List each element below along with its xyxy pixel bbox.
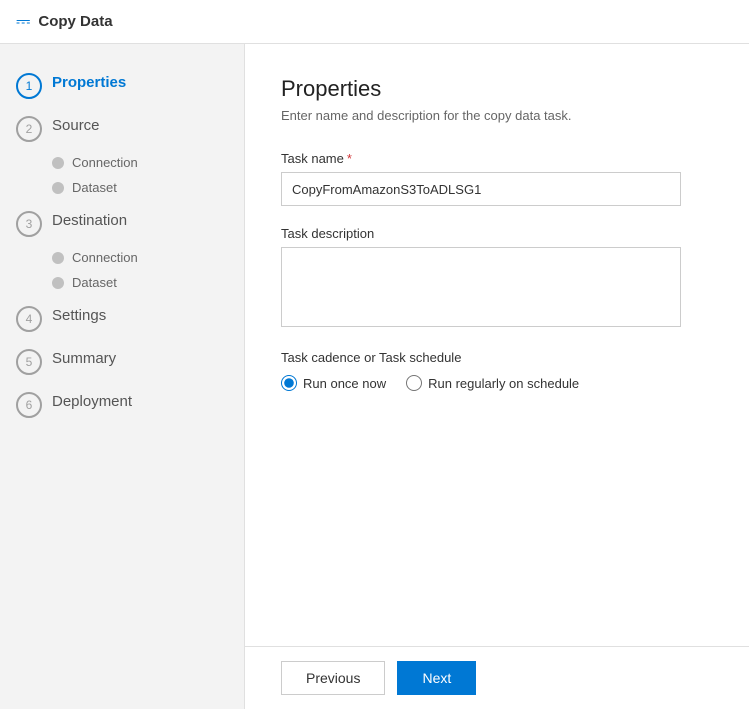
step-circle-3: 3 xyxy=(16,211,42,237)
source-connection-item[interactable]: Connection xyxy=(52,152,244,173)
step-circle-1: 1 xyxy=(16,73,42,99)
source-connection-label: Connection xyxy=(72,155,138,170)
page-subtitle: Enter name and description for the copy … xyxy=(281,108,713,123)
step-circle-6: 6 xyxy=(16,392,42,418)
task-name-label: Task name * xyxy=(281,151,713,166)
run-once-label: Run once now xyxy=(303,376,386,391)
run-schedule-label: Run regularly on schedule xyxy=(428,376,579,391)
step-circle-2: 2 xyxy=(16,116,42,142)
task-desc-label: Task description xyxy=(281,226,713,241)
main-layout: 1 Properties 2 Source Connection Dataset… xyxy=(0,44,749,709)
sidebar-label-source: Source xyxy=(52,115,100,136)
destination-dataset-dot xyxy=(52,277,64,289)
footer: Previous Next xyxy=(245,646,749,709)
required-star: * xyxy=(347,151,352,166)
destination-subitems: Connection Dataset xyxy=(0,247,244,293)
step-circle-4: 4 xyxy=(16,306,42,332)
sidebar-item-summary[interactable]: 5 Summary xyxy=(0,340,244,383)
destination-connection-item[interactable]: Connection xyxy=(52,247,244,268)
destination-connection-dot xyxy=(52,252,64,264)
radio-group: Run once now Run regularly on schedule xyxy=(281,375,713,391)
sidebar-label-summary: Summary xyxy=(52,348,116,369)
destination-dataset-item[interactable]: Dataset xyxy=(52,272,244,293)
step-circle-5: 5 xyxy=(16,349,42,375)
destination-dataset-label: Dataset xyxy=(72,275,117,290)
content-inner: Properties Enter name and description fo… xyxy=(245,44,749,646)
sidebar-label-settings: Settings xyxy=(52,305,106,326)
page-title: Properties xyxy=(281,76,713,102)
run-schedule-radio[interactable] xyxy=(406,375,422,391)
app-title: Copy Data xyxy=(38,13,112,30)
source-subitems: Connection Dataset xyxy=(0,152,244,198)
sidebar-item-deployment[interactable]: 6 Deployment xyxy=(0,383,244,426)
source-dataset-dot xyxy=(52,182,64,194)
copy-data-icon: ⎓ xyxy=(16,11,30,32)
run-once-option[interactable]: Run once now xyxy=(281,375,386,391)
sidebar-item-properties[interactable]: 1 Properties xyxy=(0,64,244,107)
next-button[interactable]: Next xyxy=(397,661,476,695)
task-desc-input[interactable] xyxy=(281,247,681,327)
sidebar-item-source[interactable]: 2 Source xyxy=(0,107,244,150)
sidebar-label-destination: Destination xyxy=(52,210,127,231)
sidebar-label-properties: Properties xyxy=(52,72,126,93)
sidebar-item-destination[interactable]: 3 Destination xyxy=(0,202,244,245)
source-dataset-item[interactable]: Dataset xyxy=(52,177,244,198)
content-area: Properties Enter name and description fo… xyxy=(245,44,749,709)
previous-button[interactable]: Previous xyxy=(281,661,385,695)
top-bar: ⎓ Copy Data xyxy=(0,0,749,44)
run-once-radio[interactable] xyxy=(281,375,297,391)
sidebar: 1 Properties 2 Source Connection Dataset… xyxy=(0,44,245,709)
sidebar-item-settings[interactable]: 4 Settings xyxy=(0,297,244,340)
source-dataset-label: Dataset xyxy=(72,180,117,195)
task-name-input[interactable] xyxy=(281,172,681,206)
source-connection-dot xyxy=(52,157,64,169)
destination-connection-label: Connection xyxy=(72,250,138,265)
sidebar-label-deployment: Deployment xyxy=(52,391,132,412)
run-schedule-option[interactable]: Run regularly on schedule xyxy=(406,375,579,391)
cadence-label: Task cadence or Task schedule xyxy=(281,350,713,365)
